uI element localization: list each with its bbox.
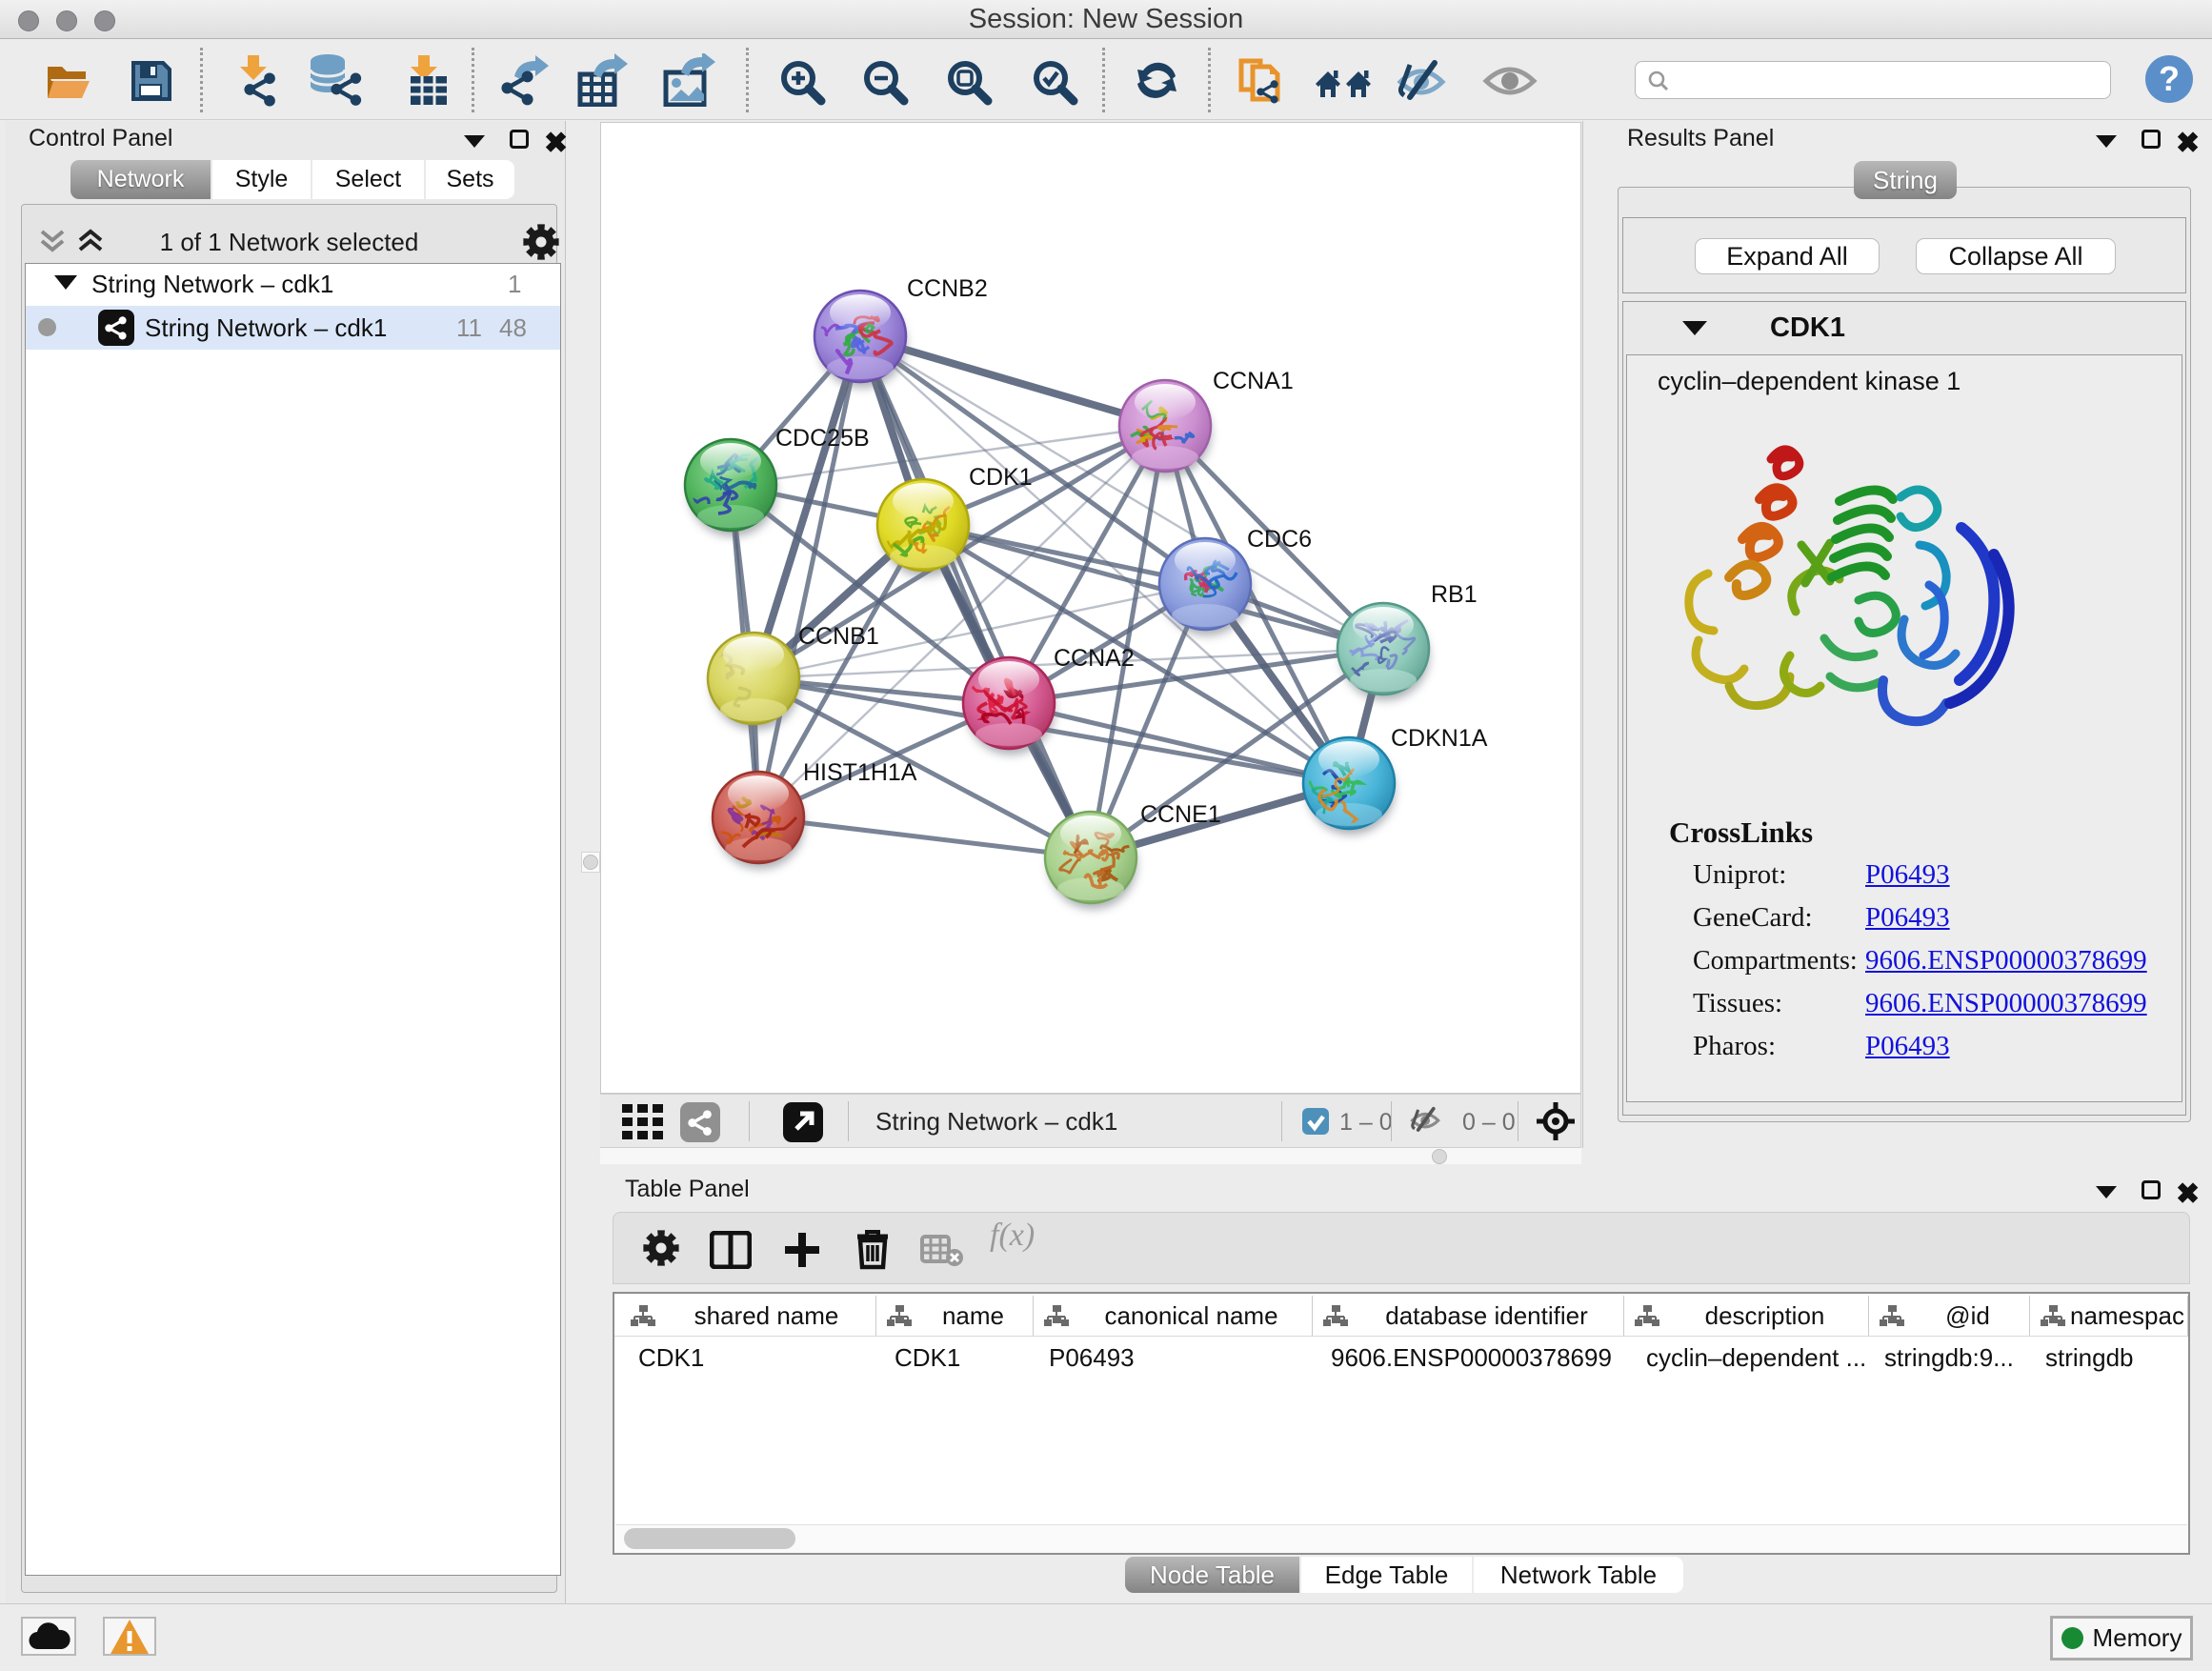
svg-text:CDC25B: CDC25B [775,425,870,452]
svg-text:CCNA2: CCNA2 [1054,645,1135,672]
svg-text:CCNA1: CCNA1 [1213,368,1294,394]
svg-text:CCNE1: CCNE1 [1140,801,1221,828]
svg-text:RB1: RB1 [1431,581,1478,608]
svg-text:CCNB2: CCNB2 [907,275,988,302]
svg-text:CCNB1: CCNB1 [798,623,879,650]
svg-text:CDKN1A: CDKN1A [1391,725,1488,752]
svg-text:CDK1: CDK1 [969,464,1033,491]
svg-text:CDC6: CDC6 [1247,526,1312,553]
svg-text:HIST1H1A: HIST1H1A [803,759,917,786]
